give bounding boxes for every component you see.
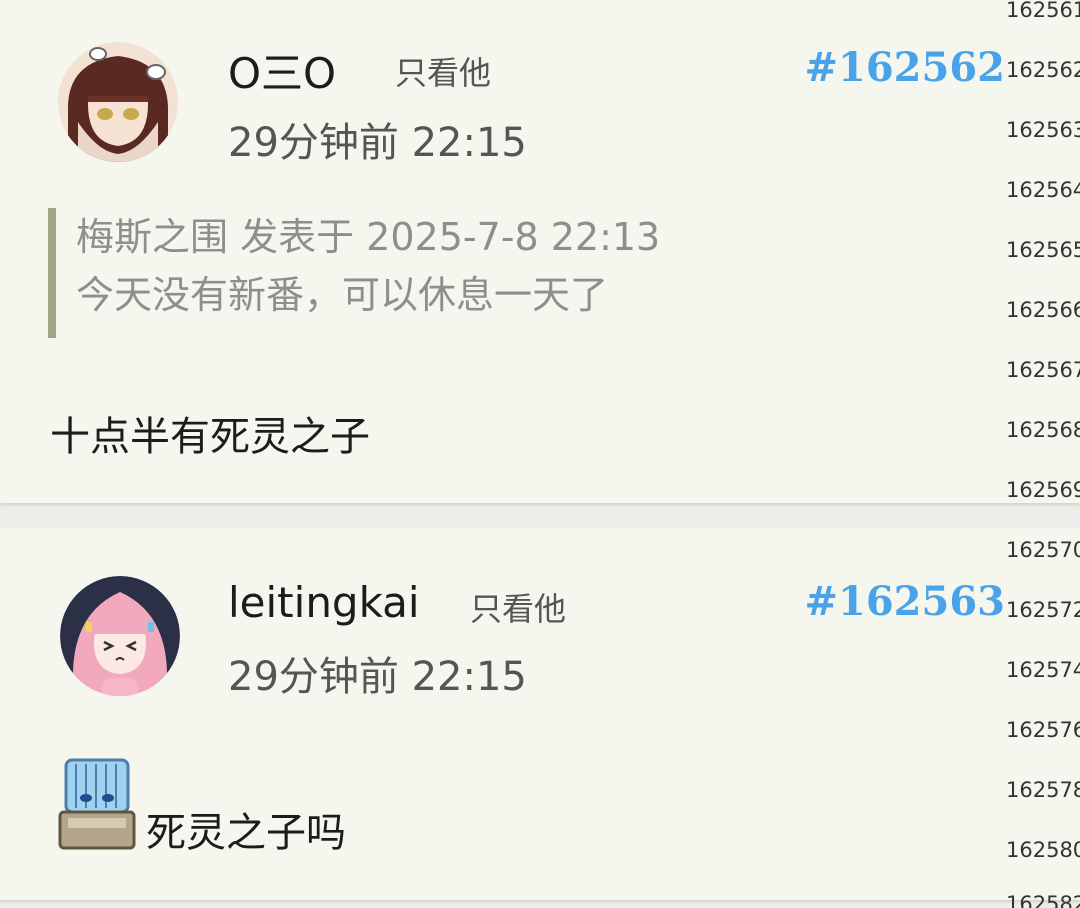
floor-index-item[interactable]: 162569 (1006, 478, 1080, 502)
floor-index-item[interactable]: 162564 (1006, 178, 1080, 202)
post-card: O三O 只看他 29分钟前 22:15 #162562 梅斯之围 发表于 202… (0, 0, 1080, 503)
floor-number[interactable]: #162562 (804, 44, 1005, 91)
only-him-button[interactable]: 只看他 (395, 48, 491, 94)
floor-index-item[interactable]: 162570 (1006, 538, 1080, 562)
floor-index-item[interactable]: 162582 (1006, 892, 1080, 908)
floor-index-item[interactable]: 162567 (1006, 358, 1080, 382)
floor-index-item[interactable]: 162561 (1006, 0, 1080, 22)
floor-index-item[interactable]: 162578 (1006, 778, 1080, 802)
floor-index-item[interactable]: 162563 (1006, 118, 1080, 142)
post-time: 29分钟前 22:15 (228, 654, 527, 700)
username[interactable]: O三O (228, 40, 336, 101)
username[interactable]: leitingkai (228, 578, 420, 627)
floor-index-item[interactable]: 162580 (1006, 838, 1080, 862)
floor-index-item[interactable]: 162566 (1006, 298, 1080, 322)
floor-index-item[interactable]: 162562 (1006, 58, 1080, 82)
quote-header: 梅斯之围 发表于 2025-7-8 22:13 (76, 215, 661, 259)
post-content: 十点半有死灵之子 (50, 414, 370, 460)
quote-text: 今天没有新番，可以休息一天了 (76, 273, 609, 317)
floor-number[interactable]: #162563 (804, 578, 1005, 625)
quote-block[interactable]: 梅斯之围 发表于 2025-7-8 22:13 今天没有新番，可以休息一天了 (48, 208, 948, 338)
thread-page: O三O 只看他 29分钟前 22:15 #162562 梅斯之围 发表于 202… (0, 0, 1080, 908)
floor-index-item[interactable]: 162574 (1006, 658, 1080, 682)
user-avatar[interactable] (60, 576, 180, 696)
post-content: 死灵之子吗 (146, 810, 346, 856)
floor-index-list[interactable]: 162561 162562 162563 162564 162565 16256… (1006, 0, 1080, 908)
post-time: 29分钟前 22:15 (228, 120, 527, 166)
only-him-button[interactable]: 只看他 (470, 584, 566, 630)
floor-index-item[interactable]: 162576 (1006, 718, 1080, 742)
floor-index-item[interactable]: 162572 (1006, 598, 1080, 622)
user-avatar[interactable] (58, 42, 178, 162)
sticker-icon (58, 756, 136, 852)
post-card: leitingkai 只看他 29分钟前 22:15 #162563 死灵之子吗 (0, 528, 1080, 900)
floor-index-item[interactable]: 162568 (1006, 418, 1080, 442)
floor-index-item[interactable]: 162565 (1006, 238, 1080, 262)
